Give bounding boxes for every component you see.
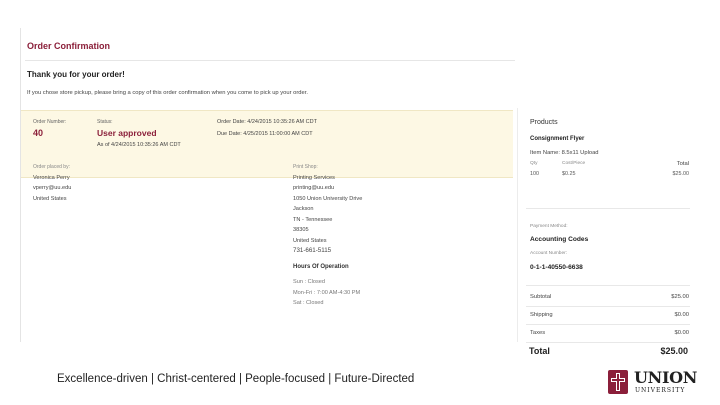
subtotal-label: Subtotal — [530, 294, 552, 300]
print-shop-email[interactable]: printing@uu.edu — [293, 183, 362, 194]
subtotal-value: $25.00 — [671, 294, 689, 300]
print-shop-state: TN - Tennessee — [293, 216, 333, 223]
line-qty: 100 — [530, 171, 539, 177]
order-number: 40 — [33, 128, 44, 138]
print-shop-label: Print Shop: — [293, 164, 318, 170]
payment-divider — [526, 208, 690, 209]
line-cost: $0.25 — [562, 171, 576, 177]
col-total-header: Total — [676, 161, 689, 167]
print-shop-name: Printing Services — [293, 174, 335, 181]
item-name: Item Name: 8.5x11 Upload — [530, 150, 599, 156]
pickup-notice: If you chose store pickup, please bring … — [27, 90, 308, 96]
status-timestamp: As of 4/24/2015 10:35:26 AM CDT — [97, 142, 181, 148]
col-cost-header: Cost/Piece — [562, 161, 586, 166]
totals-divider — [526, 285, 690, 286]
consignment-name: Consignment Flyer — [530, 136, 585, 142]
taxes-label: Taxes — [530, 330, 546, 336]
col-qty-header: Qty — [530, 161, 538, 166]
products-panel: Products Consignment Flyer Item Name: 8.… — [517, 108, 697, 343]
order-confirmation-page: Order Confirmation Thank you for your or… — [20, 28, 697, 356]
print-shop-column: Print Shop: Printing Services printing@u… — [293, 162, 362, 309]
hours-saturday: Sat : Closed — [293, 300, 324, 306]
placed-by-label: Order placed by: — [33, 164, 70, 170]
page-title: Order Confirmation — [27, 41, 111, 51]
hours-sunday: Sun : Closed — [293, 279, 326, 285]
title-divider — [25, 60, 515, 61]
footer-tagline: Excellence-driven | Christ-centered | Pe… — [57, 373, 415, 385]
hours-weekdays: Mon-Fri : 7:00 AM-4:30 PM — [293, 289, 361, 296]
cross-shield-icon — [608, 370, 628, 394]
payment-method: Accounting Codes — [530, 236, 589, 243]
print-shop-city: Jackson — [293, 206, 314, 212]
payment-label: Payment Method: — [530, 224, 568, 229]
print-shop-zip: 38305 — [293, 227, 309, 233]
order-summary-bar: Order Number: 40 Status: User approved A… — [21, 110, 513, 178]
logo-subtitle: UNIVERSITY — [635, 387, 686, 394]
union-university-logo: UNION UNIVERSITY — [606, 368, 698, 398]
shipping-divider — [526, 324, 690, 325]
grand-total-value: $25.00 — [660, 346, 688, 356]
taxes-value: $0.00 — [674, 330, 689, 336]
hours-title: Hours Of Operation — [293, 263, 349, 270]
placed-by-name: Veronica Perry — [33, 174, 70, 181]
status-badge: User approved — [97, 128, 157, 138]
taxes-divider — [526, 342, 690, 343]
order-number-label: Order Number: — [33, 119, 67, 125]
print-shop-phone: 731-661-5115 — [293, 247, 332, 254]
account-number: 0-1-1-40550-6638 — [530, 264, 583, 271]
account-label: Account Number: — [530, 251, 568, 256]
products-header: Products — [530, 119, 558, 126]
grand-total-label: Total — [529, 346, 550, 356]
placed-by-column: Order placed by: Veronica Perry vperry@u… — [33, 162, 71, 204]
shipping-value: $0.00 — [674, 312, 689, 318]
status-label: Status: — [97, 119, 113, 125]
print-shop-address: 1050 Union University Drive — [293, 195, 363, 202]
due-date: Due Date: 4/25/2015 11:00:00 AM CDT — [217, 131, 313, 137]
placed-by-country: United States — [33, 195, 67, 202]
subtotal-divider — [526, 306, 690, 307]
print-shop-country: United States — [293, 237, 327, 244]
order-date: Order Date: 4/24/2015 10:35:26 AM CDT — [217, 119, 317, 125]
logo-wordmark: UNION — [634, 368, 698, 387]
line-total: $25.00 — [672, 171, 690, 177]
shipping-label: Shipping — [530, 312, 553, 318]
placed-by-email[interactable]: vperry@uu.edu — [33, 183, 71, 194]
thank-you-heading: Thank you for your order! — [27, 70, 125, 79]
